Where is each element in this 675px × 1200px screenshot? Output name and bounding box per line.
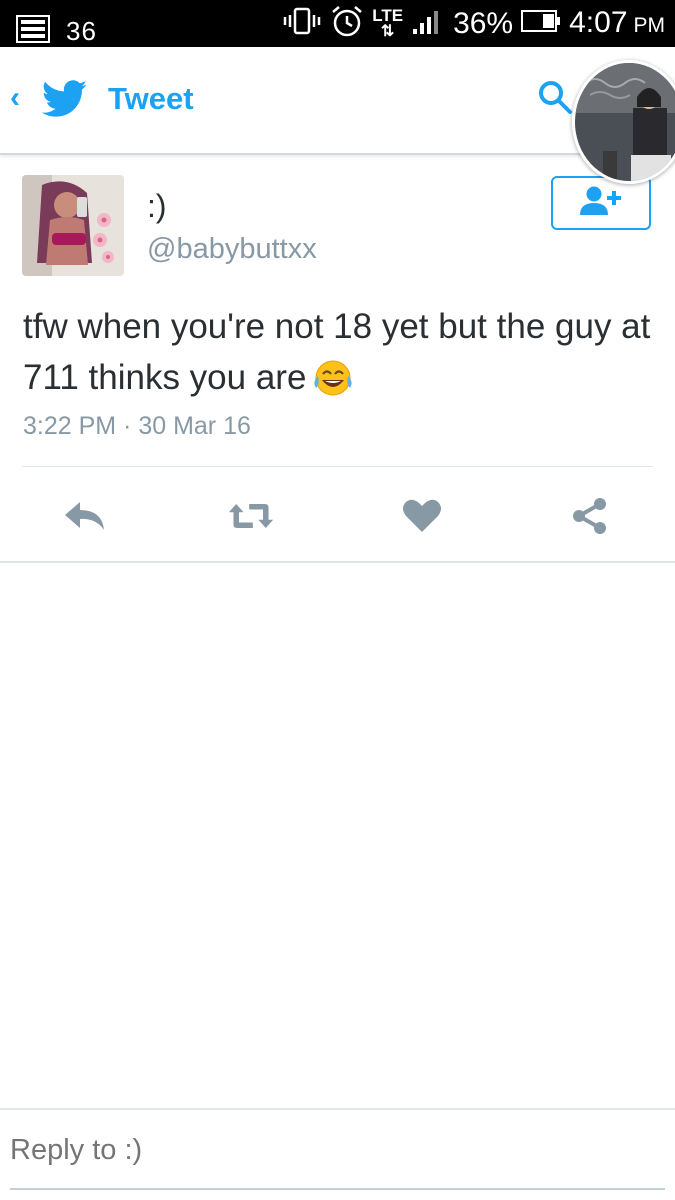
tears-of-joy-emoji (312, 359, 354, 411)
lte-indicator: LTE ⇅ (372, 6, 404, 40)
reply-input-underline (10, 1188, 665, 1190)
back-chevron-icon[interactable]: ‹ (10, 81, 20, 115)
vibrate-icon (282, 6, 322, 41)
search-icon[interactable] (537, 79, 573, 120)
divider (0, 561, 675, 563)
author-avatar[interactable] (22, 175, 124, 276)
author-handle[interactable]: @babybuttxx (147, 233, 317, 266)
author-display-name[interactable]: :) (147, 188, 167, 225)
battery-percent: 36% (453, 7, 514, 40)
reply-icon[interactable] (61, 492, 109, 540)
status-bar: 36 LTE ⇅ 36% 4:07 PM (0, 0, 675, 47)
page-title: Tweet (108, 81, 194, 116)
signal-icon (411, 7, 445, 40)
share-icon[interactable] (566, 492, 614, 540)
follow-button[interactable] (551, 176, 651, 230)
clock: 4:07 PM (569, 5, 665, 39)
divider (22, 466, 653, 467)
alarm-icon (330, 4, 364, 43)
tweet-text: tfw when you're not 18 yet but the guy a… (23, 301, 663, 411)
profile-avatar[interactable] (572, 60, 675, 184)
retweet-icon[interactable] (227, 492, 275, 540)
tweet-timestamp: 3:22 PM · 30 Mar 16 (23, 412, 251, 440)
battery-icon (521, 9, 561, 38)
add-user-icon (578, 185, 624, 222)
notification-tray-icon (16, 15, 50, 48)
reply-input[interactable] (10, 1134, 665, 1167)
reply-bar-divider (0, 1108, 675, 1110)
like-icon[interactable] (398, 492, 446, 540)
twitter-bird-icon[interactable] (41, 80, 88, 123)
